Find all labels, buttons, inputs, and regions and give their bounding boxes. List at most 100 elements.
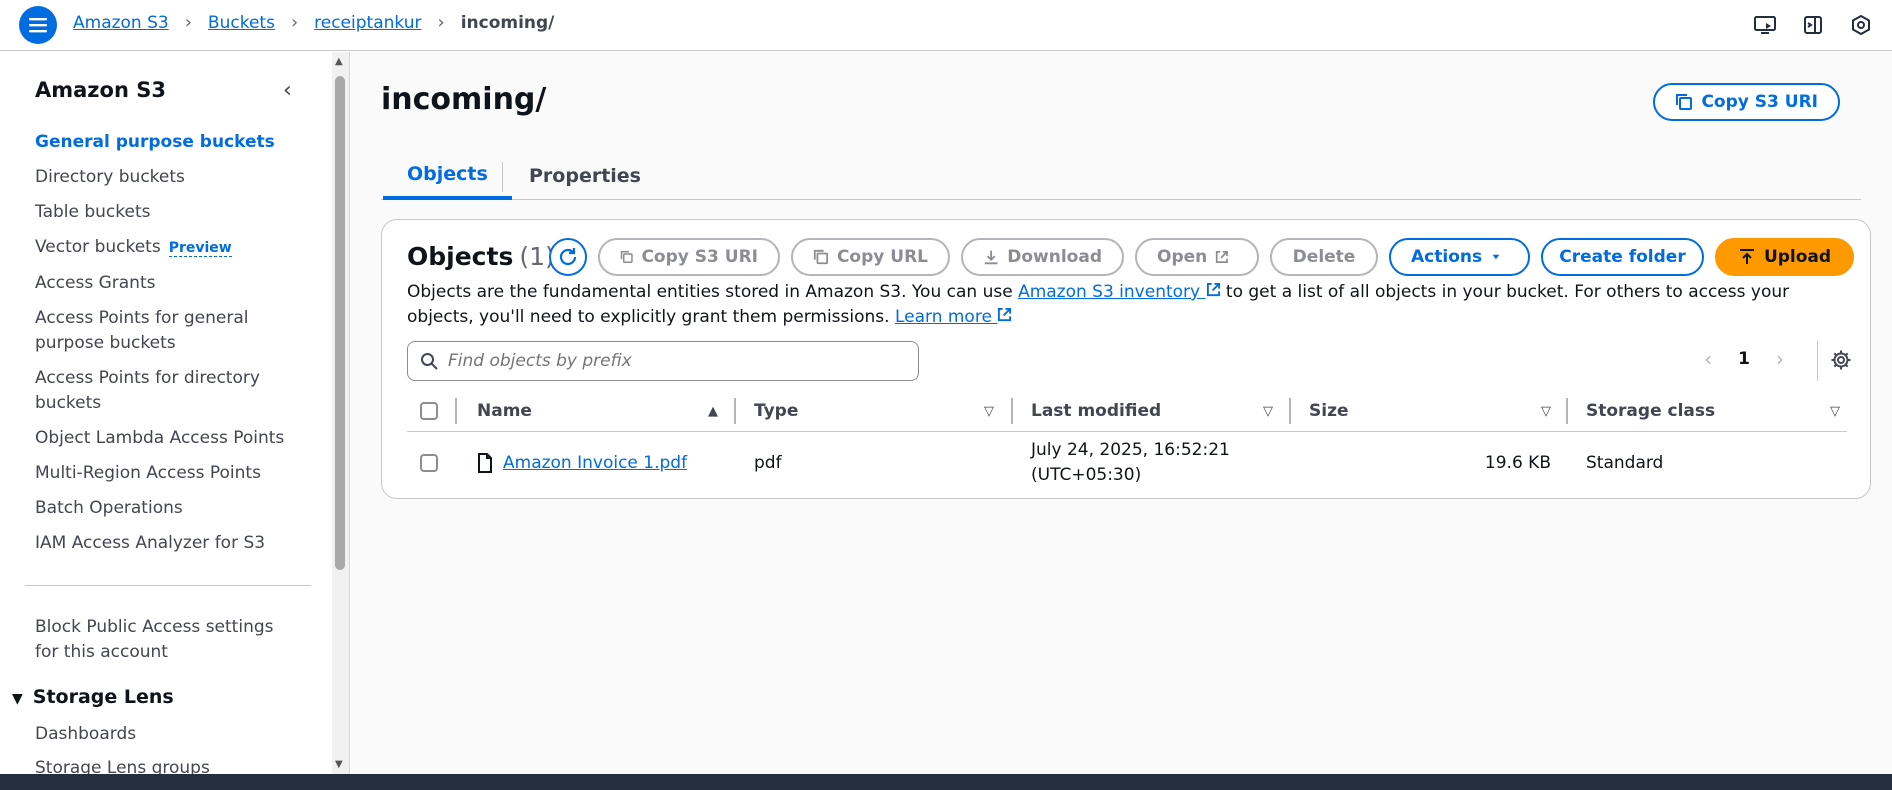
column-divider [1289,398,1291,424]
copy-icon [620,251,633,263]
object-name-cell: Amazon Invoice 1.pdf [477,432,687,494]
sidebar-item-object-lambda[interactable]: Object Lambda Access Points [35,426,295,451]
object-storage-class-cell: Standard [1586,453,1664,473]
column-storage-class-label: Storage class [1586,401,1716,421]
sidebar-item-access-points-general[interactable]: Access Points for general purpose bucket… [35,306,295,356]
search-box[interactable] [407,341,919,381]
breadcrumb-bucket[interactable]: receiptankur [314,13,421,33]
column-header-storage-class[interactable]: Storage class ▽ [1586,390,1844,432]
column-header-type[interactable]: Type ▽ [754,390,998,432]
object-name-link[interactable]: Amazon Invoice 1.pdf [503,453,687,473]
upload-button[interactable]: Upload [1715,238,1854,276]
settings-hex-icon[interactable] [1848,12,1874,38]
sidebar-item-block-public-access[interactable]: Block Public Access settings for this ac… [35,615,295,665]
sort-ascending-icon[interactable]: ▲ [708,404,718,419]
upload-label: Upload [1763,247,1832,267]
delete-button[interactable]: Delete [1270,238,1378,276]
storage-lens-section[interactable]: ▼ Storage Lens [12,686,174,708]
sidebar-item-dashboards[interactable]: Dashboards [35,724,136,744]
sidebar-item-directory-buckets[interactable]: Directory buckets [35,165,295,190]
tab-properties[interactable]: Properties [505,152,665,200]
screen-icon[interactable] [1752,12,1778,38]
column-name-label: Name [477,401,532,421]
external-link-icon [1216,250,1229,264]
column-header-last-modified[interactable]: Last modified ▽ [1031,390,1277,432]
column-divider [734,398,736,424]
panel-icon[interactable] [1800,12,1826,38]
scroll-down-icon[interactable]: ▼ [335,759,343,770]
table-row[interactable]: Amazon Invoice 1.pdf pdf July 24, 2025, … [407,432,1847,494]
pager-divider [1817,341,1818,381]
sidebar-item-batch-operations[interactable]: Batch Operations [35,496,295,521]
sort-icon[interactable]: ▽ [1263,404,1273,419]
sort-icon[interactable]: ▽ [984,404,994,419]
checkbox[interactable] [420,454,438,472]
actions-dropdown-button[interactable]: Actions [1389,238,1530,276]
objects-title: Objects [407,242,514,271]
scroll-up-icon[interactable]: ▲ [335,56,343,67]
menu-icon[interactable] [19,6,57,44]
page-number[interactable]: 1 [1738,349,1750,369]
objects-panel: Objects (1) Copy S3 URI Copy URL Download… [381,219,1871,499]
upload-icon [1739,249,1754,264]
open-label: Open [1157,247,1208,267]
main-content: incoming/ Copy S3 URI Objects Properties… [351,52,1892,774]
sidebar-nav: General purpose buckets Directory bucket… [35,130,295,566]
preview-badge[interactable]: Preview [168,240,232,257]
sidebar-item-storage-lens-groups[interactable]: Storage Lens groups [35,758,210,774]
objects-heading: Objects (1) [407,242,555,271]
caret-down-icon [1492,254,1500,260]
copy-s3-uri-header-button[interactable]: Copy S3 URI [1653,83,1840,121]
sidebar-scrollbar[interactable]: ▲ ▼ [332,52,350,774]
top-navigation-bar: Amazon S3 › Buckets › receiptankur › inc… [0,0,1892,51]
select-all-checkbox[interactable] [420,390,438,432]
copy-s3-uri-label: Copy S3 URI [641,247,758,267]
breadcrumb-amazon-s3[interactable]: Amazon S3 [73,13,169,33]
column-header-name[interactable]: Name ▲ [477,390,722,432]
column-divider [455,398,457,424]
objects-table: Name ▲ Type ▽ Last modified ▽ Size ▽ Storage… [407,390,1847,494]
objects-description: Objects are the fundamental entities sto… [407,280,1827,330]
copy-icon [813,249,829,265]
page-title: incoming/ [381,82,547,117]
sidebar-item-multi-region[interactable]: Multi-Region Access Points [35,461,295,486]
sidebar-item-iam-access-analyzer[interactable]: IAM Access Analyzer for S3 [35,531,295,556]
top-icons [1752,12,1874,38]
scroll-thumb[interactable] [335,76,345,570]
download-button[interactable]: Download [961,238,1124,276]
refresh-button[interactable] [549,238,587,276]
sidebar-item-access-grants[interactable]: Access Grants [35,271,295,296]
download-icon [984,250,998,265]
row-checkbox[interactable] [420,432,438,494]
chevron-right-icon: › [437,12,445,33]
sidebar-item-vector-buckets[interactable]: Vector buckets Preview [35,235,295,261]
sidebar-item-table-buckets[interactable]: Table buckets [35,200,295,225]
collapse-sidebar-icon[interactable]: ‹ [283,78,292,103]
tab-objects[interactable]: Objects [383,152,512,200]
chevron-right-icon: › [290,12,299,33]
previous-page-icon[interactable]: ‹ [1704,347,1712,371]
sidebar-item-access-points-directory[interactable]: Access Points for directory buckets [35,366,295,416]
breadcrumb: Amazon S3 › Buckets › receiptankur › inc… [73,12,554,33]
table-settings-icon[interactable] [1830,349,1852,375]
sort-icon[interactable]: ▽ [1830,404,1840,419]
breadcrumb-buckets[interactable]: Buckets [208,13,275,33]
column-header-size[interactable]: Size ▽ [1309,390,1555,432]
open-button[interactable]: Open [1135,238,1259,276]
create-folder-button[interactable]: Create folder [1541,238,1704,276]
learn-more-link[interactable]: Learn more [895,307,1012,327]
last-modified-date: July 24, 2025, 16:52:21 [1031,440,1230,460]
copy-s3-uri-button[interactable]: Copy S3 URI [598,238,780,276]
sidebar-item-label: Vector buckets [35,237,161,257]
sort-icon[interactable]: ▽ [1541,404,1551,419]
copy-url-button[interactable]: Copy URL [791,238,950,276]
sidebar-item-general-purpose-buckets[interactable]: General purpose buckets [35,130,295,155]
next-page-icon[interactable]: › [1776,347,1784,371]
search-icon [421,353,438,370]
external-link-icon [1206,282,1220,297]
s3-inventory-link[interactable]: Amazon S3 inventory [1018,282,1220,302]
checkbox[interactable] [420,402,438,420]
breadcrumb-current: incoming/ [460,12,555,33]
search-input[interactable] [448,351,888,371]
caret-down-icon: ▼ [12,691,23,707]
